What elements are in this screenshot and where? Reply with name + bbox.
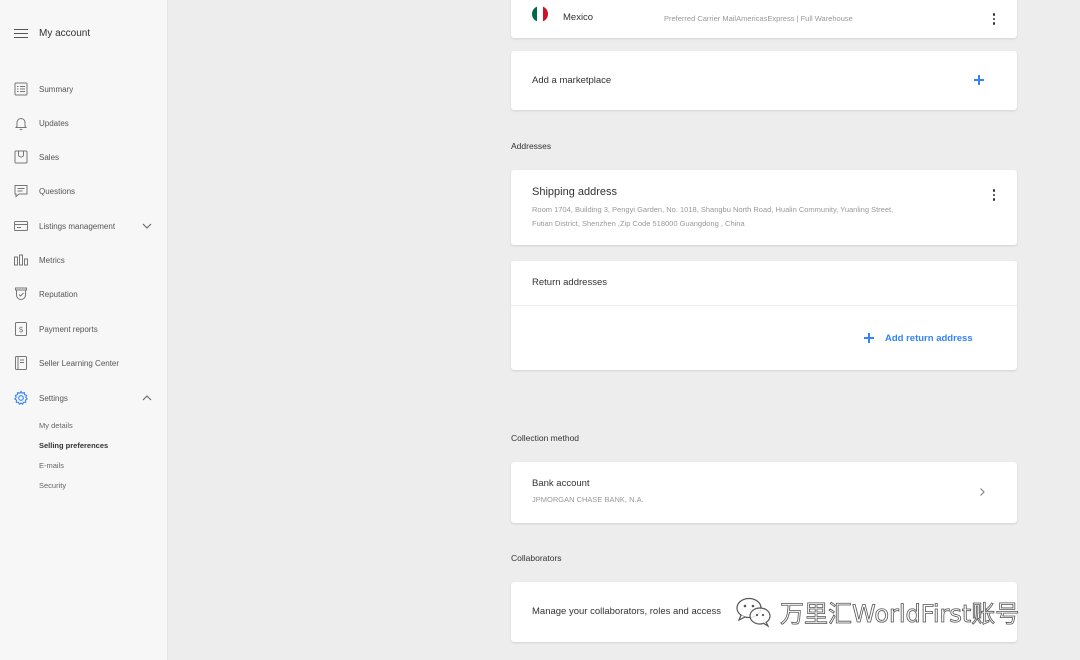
sidebar-item-listings-management[interactable]: Listings management — [13, 217, 153, 235]
collaborators-section-title: Collaborators — [511, 553, 562, 563]
add-marketplace-card[interactable]: Add a marketplace — [511, 51, 1017, 110]
marketplace-card-mexico: Mexico Preferred Carrier MailAmericasExp… — [511, 0, 1017, 38]
sidebar-header: My account — [14, 28, 90, 39]
bar-chart-icon — [13, 252, 29, 268]
settings-sub-emails[interactable]: E-mails — [39, 461, 64, 470]
sidebar-item-label: Reputation — [39, 289, 78, 299]
sidebar-item-label: Settings — [39, 393, 68, 403]
sidebar-item-sales[interactable]: Sales — [13, 148, 153, 166]
shipping-address-line1: Room 1704, Building 3, Pengyi Garden, No… — [532, 205, 894, 214]
collaborators-text: Manage your collaborators, roles and acc… — [532, 606, 722, 617]
return-addresses-card: Return addresses Add return address — [511, 261, 1017, 370]
settings-sub-security[interactable]: Security — [39, 481, 66, 490]
bank-account-title: Bank account — [532, 478, 590, 489]
sidebar: My account Summary Updates Sales Questio… — [0, 0, 168, 660]
listings-icon — [13, 218, 29, 234]
svg-text:$: $ — [18, 325, 23, 334]
bank-account-card[interactable]: Bank account JPMORGAN CHASE BANK, N.A. — [511, 462, 1017, 523]
summary-icon — [13, 81, 29, 97]
divider — [511, 305, 1017, 306]
chat-icon — [13, 183, 29, 199]
wechat-icon — [734, 596, 774, 628]
reputation-icon — [13, 286, 29, 302]
sidebar-item-label: Questions — [39, 186, 76, 196]
sidebar-item-summary[interactable]: Summary — [13, 80, 153, 98]
watermark: 万里汇WorldFirst账号 — [734, 594, 1020, 629]
sidebar-item-reputation[interactable]: Reputation — [13, 285, 153, 303]
bell-icon — [13, 115, 29, 131]
dollar-doc-icon: $ — [13, 321, 29, 337]
book-icon — [13, 355, 29, 371]
marketplace-services: Preferred Carrier MailAmericasExpress | … — [664, 14, 853, 23]
chevron-down-icon[interactable] — [141, 220, 153, 232]
more-options-icon[interactable] — [988, 12, 1000, 26]
bank-name: JPMORGAN CHASE BANK, N.A. — [532, 495, 644, 504]
settings-sub-my-details[interactable]: My details — [39, 421, 73, 430]
add-return-address-label: Add return address — [885, 333, 973, 344]
chevron-up-icon[interactable] — [141, 392, 153, 404]
settings-sub-selling-preferences[interactable]: Selling preferences — [39, 441, 108, 450]
shipping-address-card: Shipping address Room 1704, Building 3, … — [511, 170, 1017, 245]
mexico-flag-icon — [532, 6, 548, 22]
addresses-section-title: Addresses — [511, 141, 552, 151]
more-options-icon[interactable] — [988, 188, 1000, 202]
gear-icon — [13, 390, 29, 406]
sidebar-item-seller-learning-center[interactable]: Seller Learning Center — [13, 354, 153, 372]
sidebar-item-questions[interactable]: Questions — [13, 182, 153, 200]
sidebar-item-updates[interactable]: Updates — [13, 114, 153, 132]
sidebar-item-label: Metrics — [39, 255, 65, 265]
plus-icon — [864, 333, 874, 343]
sidebar-item-label: Summary — [39, 84, 74, 94]
collection-method-section-title: Collection method — [511, 433, 580, 443]
sidebar-item-label: Sales — [39, 152, 60, 162]
sidebar-item-label: Payment reports — [39, 324, 98, 334]
hamburger-menu-icon[interactable] — [14, 28, 28, 39]
sidebar-item-label: Seller Learning Center — [39, 358, 120, 368]
return-addresses-title: Return addresses — [532, 277, 607, 288]
add-marketplace-label: Add a marketplace — [532, 75, 612, 86]
shipping-address-title: Shipping address — [532, 186, 618, 198]
marketplace-country: Mexico — [563, 12, 594, 23]
sidebar-item-settings[interactable]: Settings — [13, 389, 153, 407]
sidebar-item-payment-reports[interactable]: $ Payment reports — [13, 320, 153, 338]
sidebar-item-metrics[interactable]: Metrics — [13, 251, 153, 269]
sidebar-title: My account — [39, 28, 91, 39]
sales-icon — [13, 149, 29, 165]
add-return-address-button[interactable]: Add return address — [863, 331, 993, 345]
watermark-text: 万里汇WorldFirst账号 — [780, 600, 1020, 629]
plus-icon[interactable] — [974, 75, 984, 85]
sidebar-item-label: Updates — [39, 118, 69, 128]
shipping-address-line2: Futian District, Shenzhen ,Zip Code 5180… — [532, 219, 745, 228]
sidebar-item-label: Listings management — [39, 221, 116, 231]
chevron-right-icon — [978, 487, 986, 497]
